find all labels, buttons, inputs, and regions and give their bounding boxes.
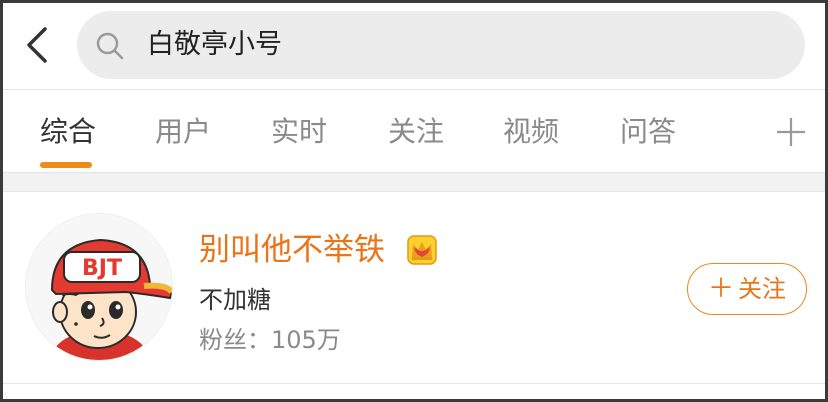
plus-icon — [777, 118, 805, 146]
chevron-left-icon — [27, 27, 47, 63]
tab-comprehensive[interactable]: 综合 — [40, 112, 96, 152]
user-name[interactable]: 别叫他不举铁 — [199, 229, 385, 271]
plus-icon: ＋ — [707, 274, 734, 304]
crown-badge-icon — [407, 235, 437, 265]
user-description: 不加糖 — [199, 286, 271, 314]
avatar-cap-text: BJT — [82, 256, 122, 281]
section-separator — [3, 172, 825, 192]
back-button[interactable] — [17, 23, 61, 67]
active-tab-indicator — [40, 162, 92, 168]
search-icon — [96, 32, 124, 60]
cartoon-avatar-icon: BJT — [26, 214, 172, 360]
user-follower-count: 粉丝：105万 — [199, 326, 341, 354]
tab-following[interactable]: 关注 — [388, 112, 444, 152]
avatar[interactable]: BJT — [25, 213, 173, 361]
add-tab-button[interactable] — [773, 114, 809, 150]
tab-video[interactable]: 视频 — [503, 112, 559, 152]
app-frame: 白敬亭小号 综合 用户 实时 关注 视频 问答 BJT 别叫他不举铁 不加糖 粉… — [0, 0, 828, 402]
tab-users[interactable]: 用户 — [155, 112, 211, 152]
card-divider — [3, 383, 825, 384]
follow-label: 关注 — [738, 275, 786, 303]
user-result-card[interactable]: BJT 别叫他不举铁 不加糖 粉丝：105万 ＋关注 — [3, 193, 825, 383]
tab-realtime[interactable]: 实时 — [271, 112, 327, 152]
search-input[interactable]: 白敬亭小号 — [77, 11, 805, 79]
follow-button[interactable]: ＋关注 — [687, 263, 807, 315]
search-query: 白敬亭小号 — [147, 29, 282, 60]
search-header: 白敬亭小号 — [3, 3, 825, 89]
tab-qa[interactable]: 问答 — [620, 112, 676, 152]
tab-bar: 综合 用户 实时 关注 视频 问答 — [3, 90, 825, 172]
